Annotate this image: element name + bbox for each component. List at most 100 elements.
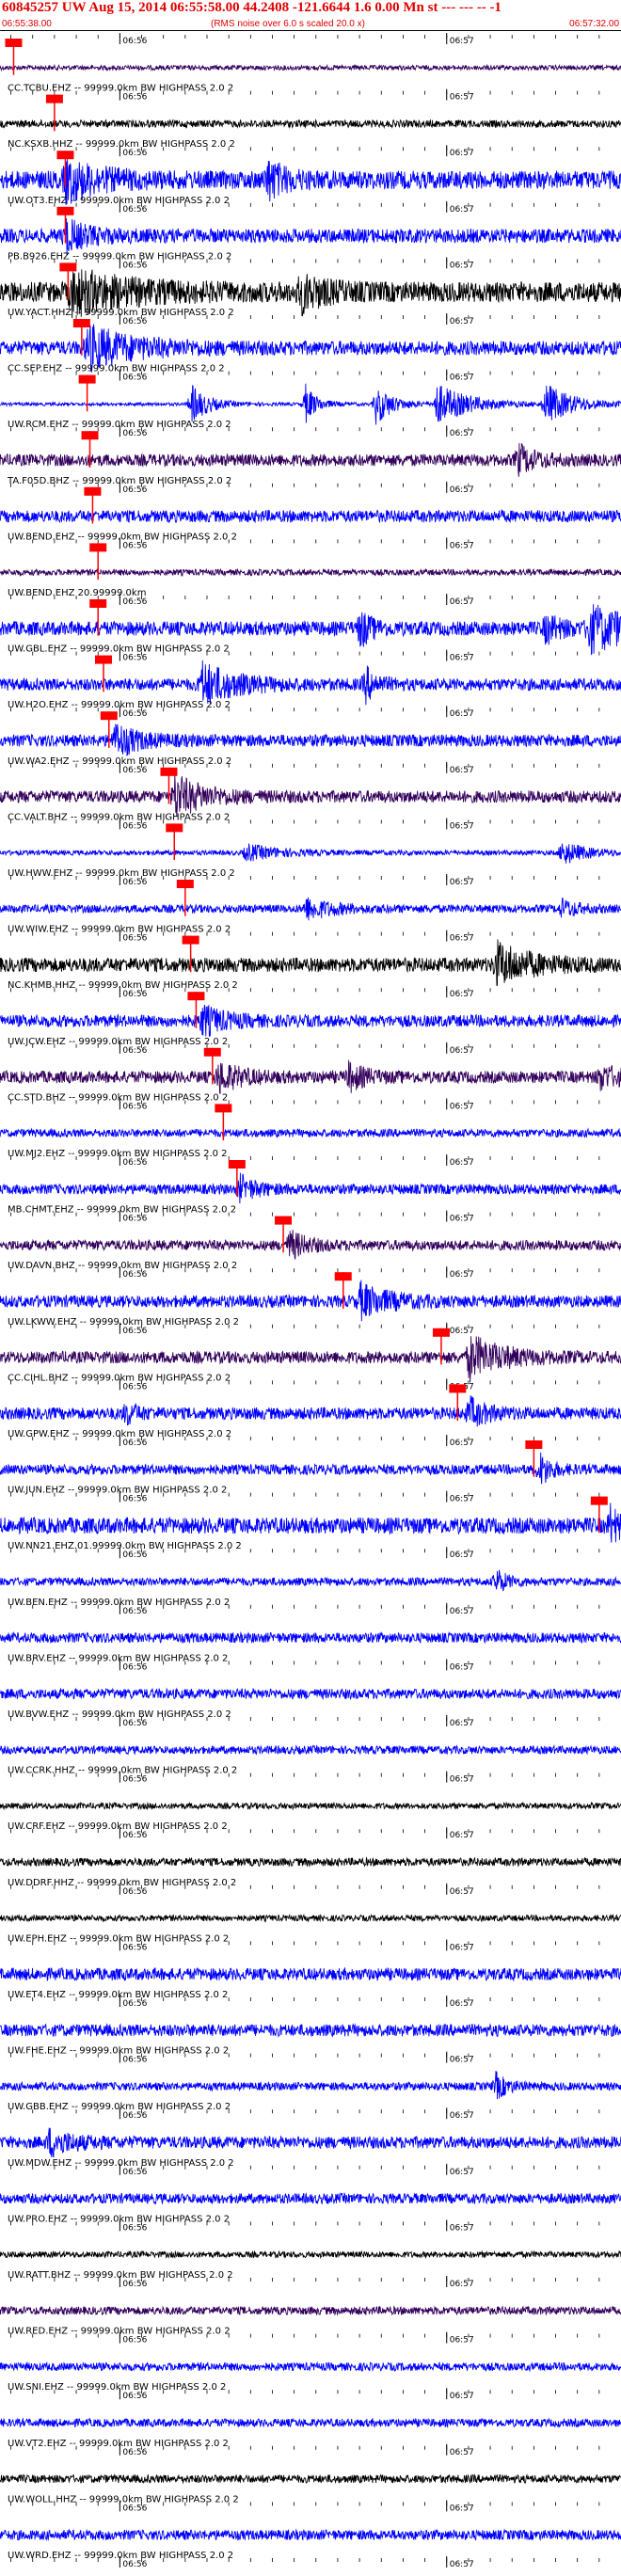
minute-tick-label: 06:57 [450, 541, 474, 550]
minute-tick-label: 06:57 [450, 1719, 474, 1728]
waveform-trace [0, 2071, 621, 2100]
minute-tick-label: 06:56 [122, 2336, 147, 2345]
minute-tick-label: 06:57 [450, 1158, 474, 1168]
waveform-trace [0, 119, 621, 130]
minute-tick-label: 06:56 [122, 2504, 147, 2513]
waveform-trace [0, 1004, 621, 1037]
trace-label: UW.HWW.EHZ -- 99999.0km BW HIGHPASS 2.0 … [8, 868, 235, 879]
minute-tick-label: 06:56 [122, 1550, 147, 1560]
trace-label: UW.JUN.EHZ -- 99999.0km BW HIGHPASS 2.0 … [8, 1486, 227, 1496]
minute-tick-label: 06:56 [122, 205, 147, 215]
seismogram-plot: 06:56 06:57 06:56 06:57 CC.TCBU.EHZ -- 99999… [0, 33, 621, 2569]
waveform-trace [0, 1172, 621, 1204]
minute-tick-label: 06:57 [450, 2056, 474, 2065]
trace-label: UW.MDW.EHZ -- 99999.0km BW HIGHPASS 2.0 … [8, 2158, 234, 2169]
trace-label: UW.SNI.EHZ -- 99999.0km BW HIGHPASS 2.0 … [8, 2382, 226, 2393]
minute-tick-label: 06:56 [122, 2111, 147, 2121]
waveform-trace [0, 1630, 621, 1645]
minute-tick-label: 06:57 [450, 1775, 474, 1785]
waveform-trace [0, 897, 621, 921]
minute-tick-label: 06:56 [122, 1327, 147, 1336]
minute-tick-label: 06:56 [122, 2223, 147, 2233]
waveform-trace [0, 567, 621, 578]
waveform-trace [0, 2191, 621, 2205]
trace-label: UW.GBL.EHZ -- 99999.0km BW HIGHPASS 2.0 … [8, 644, 230, 655]
waveform-trace [0, 1059, 621, 1095]
minute-tick-label: 06:57 [450, 2392, 474, 2401]
minute-tick-label: 06:57 [450, 1439, 474, 1448]
waveform-trace [0, 1452, 621, 1485]
minute-tick-label: 06:56 [122, 766, 147, 775]
minute-tick-label: 06:56 [122, 149, 147, 158]
minute-tick-label: 06:56 [122, 1887, 147, 1897]
waveform-trace [0, 939, 621, 987]
trace-label: UW.GPW.EHZ -- 99999.0km BW HIGHPASS 2.0 … [8, 1429, 231, 1439]
minute-tick-label: 06:56 [122, 429, 147, 438]
minute-tick-label: 06:56 [122, 654, 147, 663]
waveform-trace [0, 2127, 621, 2158]
waveform-trace [0, 774, 621, 817]
minute-tick-label: 06:57 [450, 1215, 474, 1224]
minute-tick-label: 06:56 [122, 1831, 147, 1840]
minute-tick-label: 06:57 [450, 2560, 474, 2569]
trace-label: MB.CHMT.EHZ -- 99999.0km BW HIGHPASS 2.0… [8, 1205, 236, 1216]
minute-tick-label: 06:56 [122, 2280, 147, 2289]
minute-tick-label: 06:56 [122, 709, 147, 719]
trace-label: UW.BEND.EHZ -- 99999.0km BW HIGHPASS 2.0… [8, 532, 237, 542]
minute-tick-label: 06:56 [122, 1719, 147, 1728]
minute-tick-label: 06:56 [122, 1439, 147, 1448]
trace-label: UW.WA2.EHZ -- 99999.0km BW HIGHPASS 2.0 … [8, 756, 231, 767]
waveform-trace [0, 843, 621, 864]
minute-tick-label: 06:57 [450, 1046, 474, 1056]
trace-label: UW.LKWW.EHZ -- 99999.0km BW HIGHPASS 2.0… [8, 1317, 239, 1328]
trace-label: UW.ET4.EHZ -- 99999.0km BW HIGHPASS 2.0 … [8, 1990, 228, 2000]
minute-tick-label: 06:57 [450, 37, 474, 46]
trace-label: UW.MJ2.EHZ -- 99999.0km BW HIGHPASS 2.0 … [8, 1149, 228, 1159]
minute-tick-label: 06:56 [122, 1662, 147, 1672]
trace-label: CC.STD.BHZ -- 99999.0km BW HIGHPASS 2.0 … [8, 1092, 228, 1103]
minute-tick-label: 06:56 [122, 1215, 147, 1224]
minute-tick-label: 06:56 [122, 821, 147, 831]
minute-tick-label: 06:56 [122, 597, 147, 607]
trace-label: UW.GBB.EHZ -- 99999.0km BW HIGHPASS 2.0 … [8, 2102, 231, 2112]
minute-tick-label: 06:57 [450, 1495, 474, 1504]
waveform-trace [0, 1569, 621, 1592]
minute-tick-label: 06:57 [450, 205, 474, 215]
waveform-trace [0, 2361, 621, 2373]
minute-tick-label: 06:57 [450, 1327, 474, 1336]
minute-tick-label: 06:57 [450, 654, 474, 663]
minute-tick-label: 06:56 [122, 1999, 147, 2009]
minute-tick-label: 06:57 [450, 1270, 474, 1280]
minute-tick-label: 06:57 [450, 261, 474, 270]
minute-tick-label: 06:57 [450, 93, 474, 103]
trace-label: CC.TCBU.EHZ -- 99999.0km BW HIGHPASS 2.0… [8, 84, 233, 94]
trace-label: UW.VT2.EHZ -- 99999.0km BW HIGHPASS 2.0 … [8, 2439, 229, 2449]
minute-tick-label: 06:57 [450, 709, 474, 719]
waveform-trace [0, 1743, 621, 1756]
minute-tick-label: 06:56 [122, 2056, 147, 2065]
minute-tick-label: 06:57 [450, 990, 474, 999]
minute-tick-label: 06:57 [450, 149, 474, 158]
minute-tick-label: 06:57 [450, 1999, 474, 2009]
minute-tick-label: 06:57 [450, 1662, 474, 1672]
waveform-trace [0, 1801, 621, 1811]
waveform-trace [0, 2417, 621, 2428]
waveform-trace [0, 1230, 621, 1260]
minute-tick-label: 06:56 [122, 2560, 147, 2569]
minute-tick-label: 06:56 [122, 485, 147, 495]
minute-tick-label: 06:56 [122, 93, 147, 103]
minute-tick-label: 06:57 [450, 2111, 474, 2121]
minute-tick-label: 06:57 [450, 878, 474, 887]
minute-tick-label: 06:56 [122, 2168, 147, 2177]
trace-label: UW.OT3.EHZ -- 99999.0km BW HIGHPASS 2.0 … [8, 196, 230, 206]
minute-tick-label: 06:57 [450, 2336, 474, 2345]
minute-tick-label: 06:57 [450, 934, 474, 944]
minute-tick-label: 06:56 [122, 37, 147, 46]
trace-label: UW.RED.EHZ -- 99999.0km BW HIGHPASS 2.0 … [8, 2327, 231, 2337]
trace-label: NC.KHMB.HHZ -- 99999.0km BW HIGHPASS 2.0… [8, 980, 238, 991]
minute-tick-label: 06:57 [450, 766, 474, 775]
waveform-trace [0, 1127, 621, 1138]
minute-tick-label: 06:57 [450, 429, 474, 438]
trace-label: UW.BEND.EHZ 20.99999.0km [8, 588, 146, 598]
minute-tick-label: 06:57 [450, 1943, 474, 1952]
